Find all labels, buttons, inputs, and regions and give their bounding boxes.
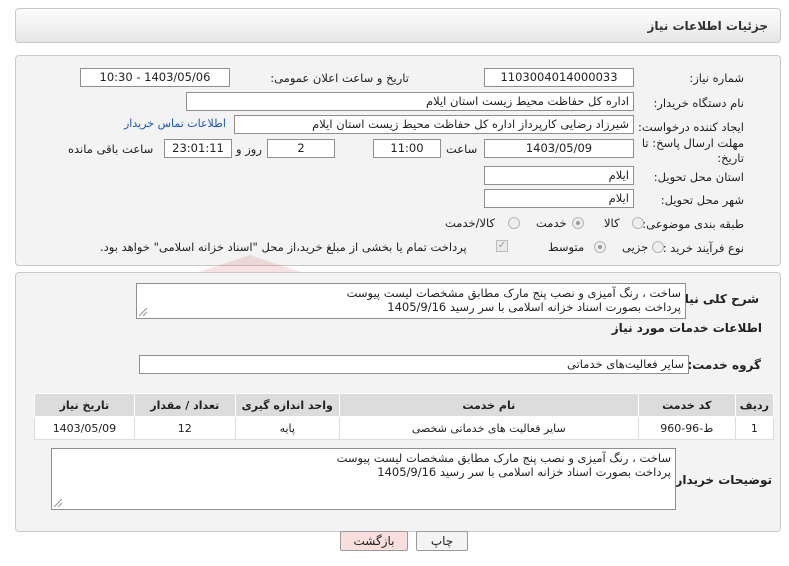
cell-need-date: 1403/05/09 — [34, 416, 135, 440]
cell-quantity: 12 — [133, 416, 236, 440]
description-line-2: پرداخت بصورت اسناد خزانه اسلامی با سر رس… — [387, 300, 681, 314]
process-option-minor: جزیی — [622, 240, 649, 254]
city-label: شهر محل تحویل: — [660, 193, 744, 207]
print-button[interactable]: چاپ — [416, 531, 468, 551]
cell-service-name: سایر فعالیت های خدماتی شخصی — [338, 416, 639, 440]
need-number-field[interactable]: 1103004014000033 — [484, 68, 634, 87]
province-field[interactable]: ایلام — [484, 166, 634, 185]
days-label: روز و — [236, 142, 262, 156]
deadline-time-field[interactable]: 11:00 — [373, 139, 441, 158]
announce-datetime-label: تاریخ و ساعت اعلان عمومی: — [270, 71, 409, 85]
description-textarea[interactable]: ساخت ، رنگ آمیزی و نصب پنج مارک مطابق مش… — [136, 283, 686, 319]
col-quantity: تعداد / مقدار — [133, 393, 236, 417]
creator-label: ایجاد کننده درخواست: — [638, 120, 744, 134]
city-field[interactable]: ایلام — [484, 189, 634, 208]
category-radio-goods[interactable] — [632, 217, 644, 229]
col-service-code: کد خدمت — [637, 393, 736, 417]
back-button[interactable]: بازگشت — [340, 531, 408, 551]
category-label: طبقه بندی موضوعی: — [642, 217, 744, 231]
buyer-notes-line-1: ساخت ، رنگ آمیزی و نصب پنج مارک مطابق مش… — [336, 451, 671, 465]
services-table: ردیف کد خدمت نام خدمت واحد اندازه گیری ت… — [34, 393, 775, 440]
col-service-name: نام خدمت — [338, 393, 639, 417]
cell-unit: پایه — [234, 416, 340, 440]
process-option-medium: متوسط — [548, 240, 585, 254]
announce-datetime-field[interactable]: 1403/05/06 - 10:30 — [80, 68, 230, 87]
process-radio-medium[interactable] — [594, 241, 606, 253]
cell-service-code: ط-96-960 — [637, 416, 736, 440]
days-remaining-field[interactable]: 2 — [267, 139, 335, 158]
category-option-goods-service: کالا/خدمت — [445, 216, 496, 230]
deadline-date-field[interactable]: 1403/05/09 — [484, 139, 634, 158]
services-section-title: اطلاعات خدمات مورد نیاز — [611, 321, 762, 335]
page-header: جزئیات اطلاعات نیاز — [15, 8, 781, 43]
remaining-time-field[interactable]: 23:01:11 — [164, 139, 232, 158]
resize-grip-icon[interactable] — [139, 308, 147, 316]
payment-note: پرداخت تمام یا بخشی از مبلغ خرید،از محل … — [100, 240, 467, 254]
buyer-org-field[interactable]: اداره کل حفاظت محیط زیست استان ایلام — [186, 92, 634, 111]
col-need-date: تاریخ نیاز — [34, 393, 135, 417]
creator-field[interactable]: شیرزاد رضایی کارپرداز اداره کل حفاظت محی… — [234, 115, 634, 134]
province-label: استان محل تحویل: — [653, 170, 744, 184]
deadline-label-text: مهلت ارسال پاسخ: تا تاریخ: — [641, 136, 744, 165]
deadline-time-label: ساعت — [446, 142, 478, 156]
payment-checkbox[interactable]: ✓ — [496, 240, 508, 252]
process-label: نوع فرآیند خرید : — [662, 241, 744, 255]
services-table-header: ردیف کد خدمت نام خدمت واحد اندازه گیری ت… — [34, 393, 775, 417]
buyer-notes-textarea[interactable]: ساخت ، رنگ آمیزی و نصب پنج مارک مطابق مش… — [51, 448, 676, 510]
process-radio-minor[interactable] — [652, 241, 664, 253]
buyer-org-label: نام دستگاه خریدار: — [653, 96, 744, 110]
description-line-1: ساخت ، رنگ آمیزی و نصب پنج مارک مطابق مش… — [346, 286, 681, 300]
resize-grip-icon[interactable] — [54, 499, 62, 507]
service-group-label: گروه خدمت: — [687, 358, 761, 372]
col-unit: واحد اندازه گیری — [234, 393, 340, 417]
need-number-label: شماره نیاز: — [689, 71, 744, 85]
remaining-time-label: ساعت باقی مانده — [68, 142, 154, 156]
deadline-label: مهلت ارسال پاسخ: تا تاریخ: — [639, 136, 744, 166]
table-row[interactable]: 1 ط-96-960 سایر فعالیت های خدماتی شخصی پ… — [34, 416, 775, 440]
category-option-goods: کالا — [604, 216, 620, 230]
buyer-contact-link[interactable]: اطلاعات تماس خریدار — [124, 117, 226, 130]
cell-row: 1 — [734, 416, 775, 440]
buyer-notes-label: توضیحات خریدار: — [670, 473, 772, 487]
service-group-field[interactable]: سایر فعالیت‌های خدماتی — [139, 355, 689, 374]
col-row: ردیف — [734, 393, 775, 417]
category-radio-service[interactable] — [572, 217, 584, 229]
page-title: جزئیات اطلاعات نیاز — [647, 19, 768, 33]
category-option-service: خدمت — [536, 216, 567, 230]
buyer-notes-line-2: پرداخت بصورت اسناد خزانه اسلامی با سر رس… — [377, 465, 671, 479]
category-radio-goods-service[interactable] — [508, 217, 520, 229]
